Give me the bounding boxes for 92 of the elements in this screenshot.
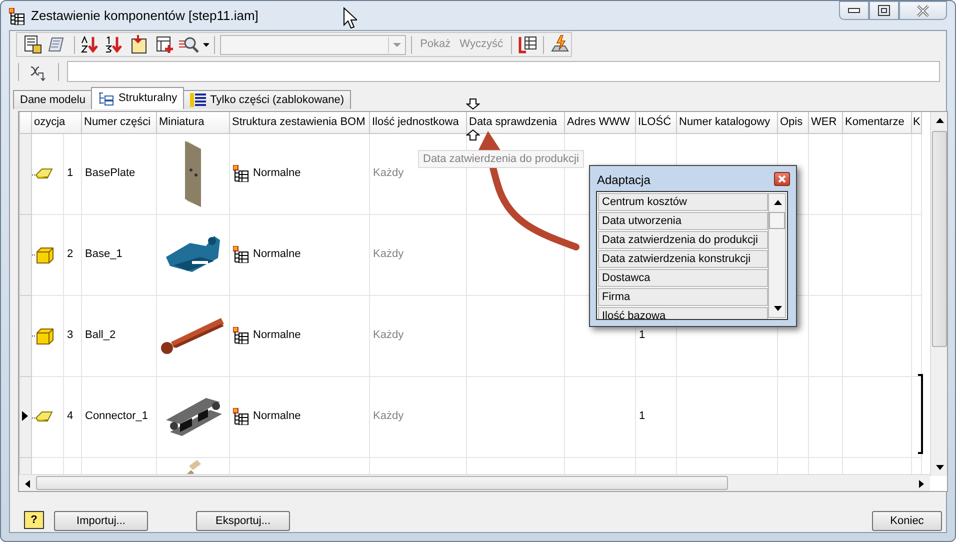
table-add-icon xyxy=(154,35,175,54)
close-icon xyxy=(916,4,930,16)
column-header[interactable]: Komentarze xyxy=(842,112,912,133)
list-item[interactable]: Data utworzenia xyxy=(598,212,768,230)
column-header[interactable]: WER xyxy=(808,112,842,133)
column-list-button[interactable] xyxy=(516,34,538,56)
position-cell: 1 xyxy=(64,133,82,214)
position-cell: 2 xyxy=(64,214,82,295)
column-header[interactable]: Miniatura xyxy=(156,112,230,133)
column-header[interactable]: Ilość jednostkowa xyxy=(370,112,466,133)
part-number-cell: Base_1 xyxy=(82,214,156,295)
part-number-cell: BasePlate xyxy=(82,133,156,214)
bom-icon xyxy=(233,246,249,263)
minimize-button[interactable] xyxy=(839,1,869,20)
unit-quantity-cell: Każdy xyxy=(370,295,466,376)
scroll-up-icon[interactable] xyxy=(936,118,944,123)
column-header[interactable]: Struktura zestawienia BOM xyxy=(230,112,370,133)
minimize-icon xyxy=(848,8,860,14)
quantity-cell: 1 xyxy=(636,376,676,457)
column-header[interactable]: Data sprawdzenia xyxy=(466,112,564,133)
column-header[interactable]: Numer katalogowy xyxy=(676,112,778,133)
table-add-button[interactable] xyxy=(154,34,176,56)
close-button[interactable]: Koniec xyxy=(872,511,942,531)
close-button[interactable] xyxy=(774,172,790,186)
search-icon xyxy=(179,35,200,54)
scroll-thumb[interactable] xyxy=(36,476,728,490)
cursor-icon xyxy=(343,7,357,29)
column-header[interactable]: ozycja xyxy=(32,112,82,133)
structure-cell-text: Normalne xyxy=(253,328,301,344)
column-header[interactable]: Numer części xyxy=(82,112,156,133)
vertical-scrollbar[interactable] xyxy=(930,112,947,476)
part-number-cell: Ball_2 xyxy=(82,295,156,376)
scroll-thumb[interactable] xyxy=(769,212,785,229)
list-item[interactable]: Centrum kosztów xyxy=(598,193,768,211)
scroll-up-icon[interactable] xyxy=(774,200,782,205)
close-button[interactable] xyxy=(899,1,947,20)
drop-arrow-icon xyxy=(466,129,480,141)
position-cell: 4 xyxy=(64,376,82,457)
export-button[interactable]: Eksportuj... xyxy=(196,511,290,531)
bom-icon xyxy=(233,165,249,182)
window-title: Zestawienie komponentów [step11.iam] xyxy=(31,7,258,26)
table-save-icon xyxy=(24,35,44,54)
column-header[interactable]: K xyxy=(912,112,922,133)
column-header[interactable]: Opis xyxy=(778,112,808,133)
tab[interactable]: Tylko części (zablokowane) xyxy=(183,90,352,109)
list-item[interactable]: Dostawca xyxy=(598,269,768,287)
maximize-icon xyxy=(878,5,890,16)
part-number-cell: Connector_1 xyxy=(82,376,156,457)
help-button[interactable]: ? xyxy=(24,511,44,529)
part-icon xyxy=(32,326,54,344)
list-item[interactable]: Firma xyxy=(598,288,768,306)
part-icon xyxy=(32,246,54,264)
row-pointer-icon xyxy=(22,411,28,422)
column-list-icon xyxy=(518,35,538,54)
scroll-down-icon[interactable] xyxy=(936,465,944,470)
bom-icon xyxy=(233,408,249,425)
structure-cell-text: Normalne xyxy=(253,166,301,182)
dropdown-field[interactable] xyxy=(220,34,406,54)
scroll-down-icon[interactable] xyxy=(774,306,782,311)
maximize-button[interactable] xyxy=(869,1,899,20)
caret-icon[interactable] xyxy=(202,42,210,46)
column-header[interactable]: ILOŚĆ xyxy=(636,112,676,133)
tab[interactable]: Strukturalny xyxy=(91,87,184,109)
lightning-icon xyxy=(550,35,570,54)
structure-cell-text: Normalne xyxy=(253,409,301,424)
list-icon xyxy=(190,93,206,107)
popup-title: Adaptacja xyxy=(597,172,650,189)
bom-icon xyxy=(233,327,249,344)
list-item[interactable]: Data zatwierdzenia do produkcji xyxy=(598,231,768,249)
sort-ascending-icon xyxy=(80,35,101,54)
tree-icon xyxy=(98,92,114,106)
bom-icon xyxy=(9,8,25,24)
part-icon xyxy=(32,166,54,180)
unit-quantity-cell: Każdy xyxy=(370,376,466,457)
caret-icon xyxy=(392,42,401,46)
tab[interactable]: Dane modelu xyxy=(13,90,92,109)
unit-quantity-cell: Każdy xyxy=(370,214,466,295)
close-icon xyxy=(778,175,786,183)
list-item[interactable]: Ilość bazowa xyxy=(598,307,768,319)
scroll-right-icon[interactable] xyxy=(919,480,924,488)
vertical-scrollbar[interactable] xyxy=(768,193,786,318)
scroll-thumb[interactable] xyxy=(932,131,947,347)
column-header[interactable]: Adres WWW xyxy=(564,112,636,133)
tooltip: Data zatwierdzenia do produkcji xyxy=(418,150,584,168)
part-icon xyxy=(32,409,54,424)
position-cell: 3 xyxy=(64,295,82,376)
scroll-left-icon[interactable] xyxy=(25,480,30,488)
list-item[interactable]: Data zatwierdzenia konstrukcji xyxy=(598,250,768,268)
horizontal-scrollbar[interactable] xyxy=(19,474,930,491)
structure-cell-text: Normalne xyxy=(253,247,301,262)
formula-field[interactable] xyxy=(67,61,940,82)
import-button[interactable]: Importuj... xyxy=(54,511,148,531)
